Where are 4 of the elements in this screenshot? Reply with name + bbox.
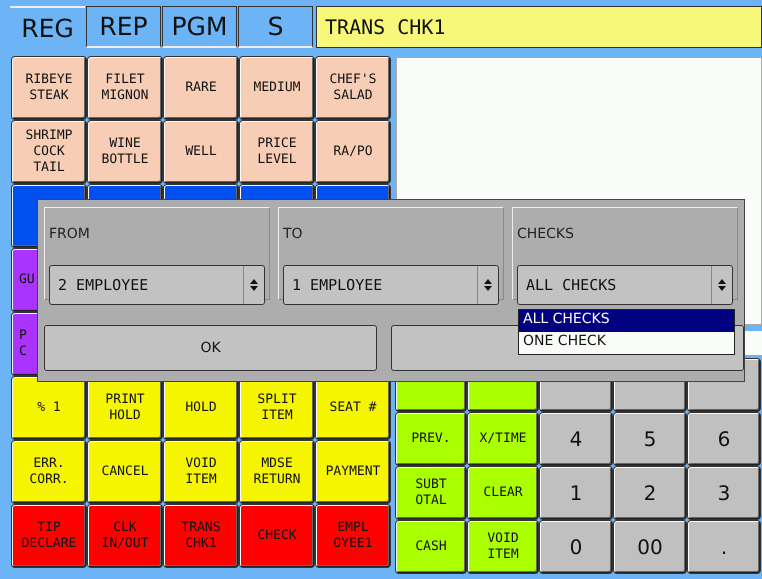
group-label: TO (283, 226, 303, 243)
group-label: FROM (49, 226, 90, 243)
group-label: CHECKS (517, 226, 574, 243)
transaction-title: TRANS CHK1 (316, 6, 762, 48)
